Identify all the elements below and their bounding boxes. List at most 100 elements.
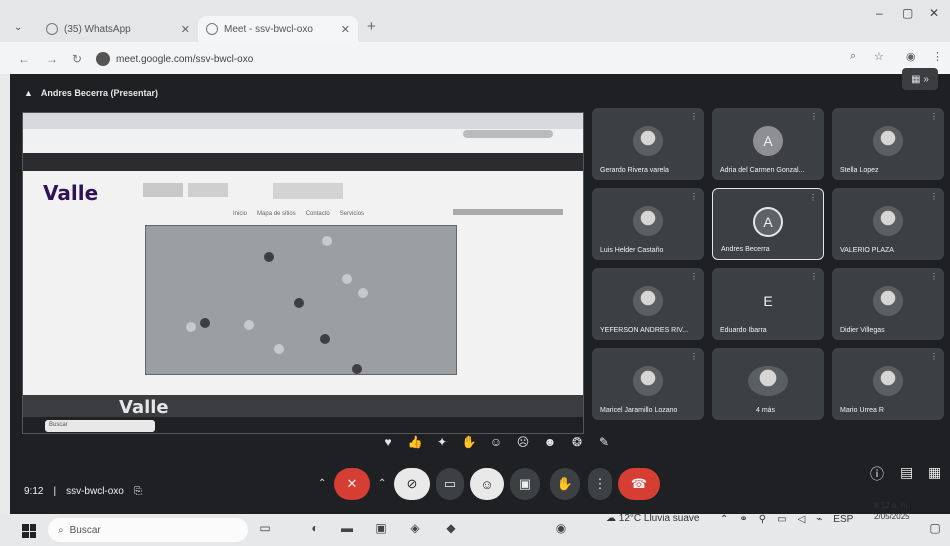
map-marker xyxy=(352,364,362,374)
network-icon[interactable]: ▭ xyxy=(777,514,786,525)
more-options-icon[interactable]: ⋮ xyxy=(930,352,938,361)
activities-icon[interactable]: ▦ xyxy=(928,464,941,481)
app-icon[interactable]: ▣ xyxy=(372,519,390,537)
usb-icon[interactable]: ⚲ xyxy=(759,514,766,525)
more-options-button[interactable]: ⋮ xyxy=(588,468,612,500)
participant-avatar xyxy=(633,206,663,236)
file-explorer-icon[interactable]: ▬ xyxy=(338,519,356,537)
new-tab-button[interactable]: + xyxy=(367,18,376,35)
emoji-button[interactable]: ☺ xyxy=(470,468,504,500)
more-options-icon[interactable]: ⋮ xyxy=(810,272,818,281)
more-options-icon[interactable]: ⋮ xyxy=(690,192,698,201)
thumbs-up-icon[interactable]: 👍 xyxy=(407,434,423,450)
celebrate-icon[interactable]: ✦ xyxy=(434,434,450,450)
captions-icon: ▭ xyxy=(443,476,457,491)
forward-icon[interactable]: → xyxy=(46,52,58,66)
volume-icon[interactable]: ◁ xyxy=(798,514,806,525)
shared-menu-item: Contacto xyxy=(305,211,330,217)
participant-tile[interactable]: ⋮ Didier Villegas xyxy=(832,268,944,340)
chrome-icon[interactable]: ◉ xyxy=(552,519,570,537)
participant-avatar: E xyxy=(753,286,783,316)
laugh-icon[interactable]: ☺ xyxy=(488,434,504,450)
close-window-icon[interactable]: ✕ xyxy=(929,6,939,20)
participant-tile[interactable]: ⋮ Maricel Jaramillo Lozano xyxy=(592,348,704,420)
participant-tile[interactable]: ⋮ Luis Helder Castaño xyxy=(592,188,704,260)
map-marker xyxy=(274,344,284,354)
more-options-icon[interactable]: ⋮ xyxy=(809,193,817,202)
layout-toggle-button[interactable]: ▦ » xyxy=(902,68,938,90)
audio-options-chevron-icon[interactable]: ⌃ xyxy=(318,478,326,489)
meeting-details-icon[interactable]: ⓘ xyxy=(870,464,884,484)
more-options-icon[interactable]: ⋮ xyxy=(690,272,698,281)
raise-hand-button[interactable]: ✋ xyxy=(550,468,580,500)
back-icon[interactable]: ← xyxy=(18,52,30,66)
task-view-icon[interactable]: ▭ xyxy=(256,519,274,537)
mic-toggle-button[interactable]: ✕ xyxy=(334,468,370,500)
leave-call-button[interactable]: ☎ xyxy=(618,468,660,500)
language-indicator[interactable]: ESP xyxy=(833,514,853,525)
app-icon[interactable]: ◈ xyxy=(406,519,424,537)
zoom-icon[interactable]: ⌕ xyxy=(850,50,856,63)
participant-avatar xyxy=(633,366,663,396)
chevron-up-icon[interactable]: ⌃ xyxy=(720,514,728,525)
participant-name: Eduardo Ibarra xyxy=(720,327,767,334)
participant-tile[interactable]: ⋮ VALERIO PLAZA xyxy=(832,188,944,260)
bookmark-star-icon[interactable]: ☆ xyxy=(874,50,884,63)
reload-icon[interactable]: ↻ xyxy=(72,52,82,66)
tab-meet[interactable]: Meet - ssv-bwcl-oxo ✕ xyxy=(198,16,358,42)
clap-icon[interactable]: ✋ xyxy=(461,434,477,450)
map-marker xyxy=(294,298,304,308)
more-options-icon[interactable]: ⋮ xyxy=(810,112,818,121)
clock-time: 9:12 a. m. xyxy=(874,501,910,510)
more-participants-tile[interactable]: 4 más xyxy=(712,348,824,420)
camera-toggle-button[interactable]: ⊘ xyxy=(394,468,430,500)
map-marker xyxy=(322,236,332,246)
copy-icon[interactable]: ⎘ xyxy=(134,486,142,497)
battery-icon[interactable]: ⌁ xyxy=(816,514,822,525)
app-icon[interactable]: ◐ xyxy=(306,519,324,537)
participant-tile[interactable]: ⋮ E Eduardo Ibarra xyxy=(712,268,824,340)
thumbs-down-icon[interactable]: ✎ xyxy=(596,434,612,450)
app-tray-icon[interactable]: ⚭ xyxy=(739,514,747,525)
map-marker xyxy=(200,318,210,328)
more-options-icon[interactable]: ⋮ xyxy=(930,192,938,201)
app-icon[interactable]: ◆ xyxy=(442,519,460,537)
url-field[interactable]: meet.google.com/ssv-bwcl-oxo xyxy=(96,48,786,70)
participant-tile[interactable]: ⋮ A Adria del Carmen Gonzal... xyxy=(712,108,824,180)
video-options-chevron-icon[interactable]: ⌃ xyxy=(378,478,386,489)
close-tab-icon[interactable]: ✕ xyxy=(181,23,190,36)
taskbar-search[interactable]: ⌕ Buscar xyxy=(48,518,248,542)
windows-start-icon[interactable] xyxy=(22,524,36,538)
close-tab-icon[interactable]: ✕ xyxy=(341,23,350,36)
site-info-icon[interactable] xyxy=(96,52,110,66)
participant-tile[interactable]: ⋮ Gerardo Rivera varela xyxy=(592,108,704,180)
minimize-icon[interactable]: – xyxy=(876,6,883,20)
surprised-icon[interactable]: ☹ xyxy=(515,434,531,450)
participant-tile[interactable]: ⋮ YEFERSON ANDRES RIV... xyxy=(592,268,704,340)
menu-dots-icon[interactable]: ⋮ xyxy=(932,50,943,63)
more-options-icon[interactable]: ⋮ xyxy=(930,112,938,121)
captions-button[interactable]: ▭ xyxy=(436,468,464,500)
present-button[interactable]: ▣ xyxy=(510,468,540,500)
more-options-icon[interactable]: ⋮ xyxy=(690,112,698,121)
profile-icon[interactable]: ◉ xyxy=(906,50,916,63)
more-options-icon[interactable]: ⋮ xyxy=(930,272,938,281)
participant-tile[interactable]: ⋮ Stella Lopez xyxy=(832,108,944,180)
participant-tile-active-speaker[interactable]: ⋮ A Andres Becerra xyxy=(712,188,824,260)
participant-name: Gerardo Rivera varela xyxy=(600,167,669,174)
participant-avatar xyxy=(873,366,903,396)
map-marker xyxy=(320,334,330,344)
chat-icon[interactable]: ▤ xyxy=(900,464,913,481)
heart-icon[interactable]: ♥ xyxy=(380,434,396,450)
thinking-icon[interactable]: ❂ xyxy=(569,434,585,450)
sad-icon[interactable]: ☻ xyxy=(542,434,558,450)
more-options-icon[interactable]: ⋮ xyxy=(690,352,698,361)
tab-whatsapp[interactable]: (35) WhatsApp ✕ xyxy=(38,16,198,42)
tab-search-chevron-icon[interactable]: ⌄ xyxy=(14,22,22,33)
taskbar-clock[interactable]: 9:12 a. m. 2/05/2025 xyxy=(874,500,910,522)
notifications-icon[interactable]: ▢ xyxy=(926,519,944,537)
maximize-icon[interactable]: ▢ xyxy=(902,6,913,20)
weather-widget[interactable]: ☁ 12°C Lluvia suave xyxy=(606,513,700,524)
participant-tile[interactable]: ⋮ Mario Urrea R xyxy=(832,348,944,420)
shared-menu-item: Mapa de sitios xyxy=(257,211,296,217)
